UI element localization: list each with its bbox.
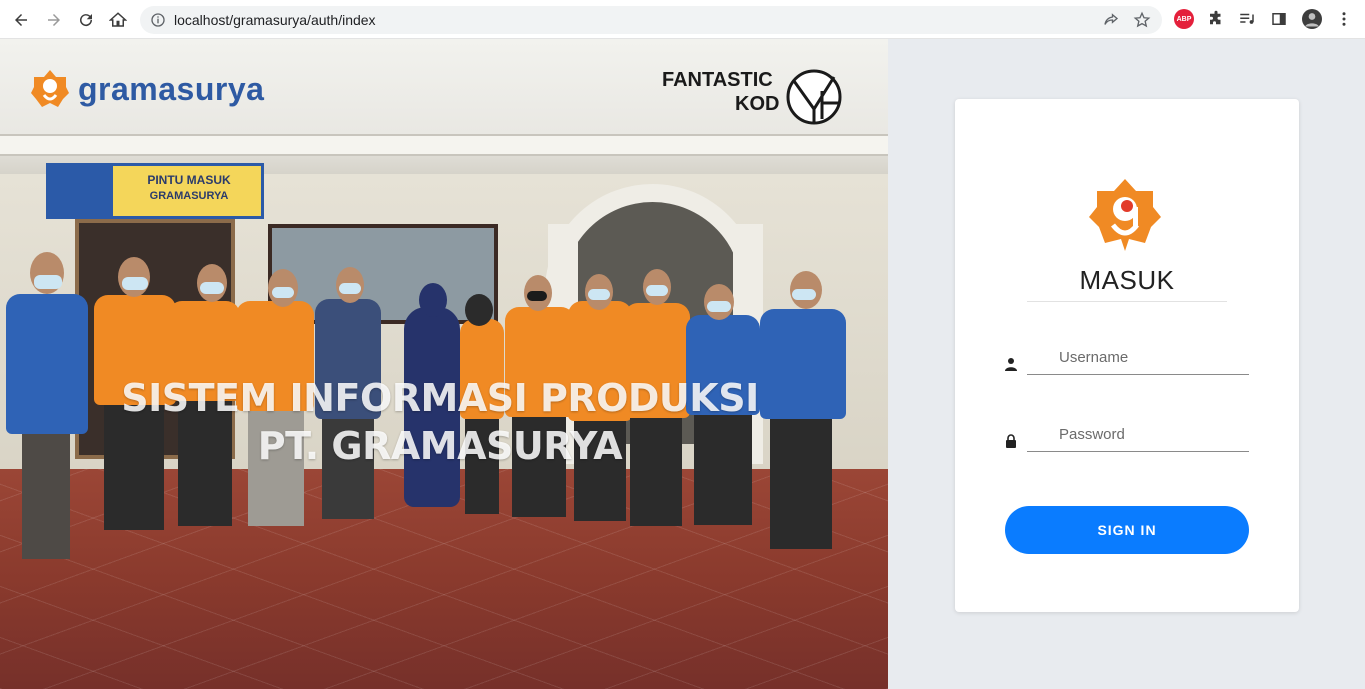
hero-title-line2: PT. GRAMASURYA <box>257 424 623 468</box>
reload-icon <box>80 14 93 27</box>
password-input[interactable] <box>1027 418 1249 452</box>
gramasurya-logo-icon <box>1089 179 1161 251</box>
fantastic-kod-line2: KOD <box>735 93 780 115</box>
hero-photo: PINTU MASUK GRAMASURYA gramasurya FANTAS… <box>0 39 888 689</box>
entrance-sign: PINTU MASUK GRAMASURYA <box>46 163 264 219</box>
back-button[interactable] <box>9 8 33 32</box>
gramasurya-mark-icon <box>31 70 69 107</box>
address-bar[interactable]: localhost/gramasurya/auth/index <box>140 6 1162 34</box>
forward-arrow-icon <box>48 14 60 26</box>
sign-in-button[interactable]: SIGN IN <box>1005 506 1249 554</box>
lock-icon <box>1006 434 1016 448</box>
menu-kebab-icon[interactable] <box>1334 9 1354 29</box>
extensions-puzzle-icon[interactable] <box>1206 9 1226 29</box>
login-card: MASUK SIGN IN <box>955 99 1299 612</box>
forward-button[interactable] <box>42 8 66 32</box>
side-panel-icon[interactable] <box>1269 9 1289 29</box>
fantastic-kod-mark-icon <box>786 69 842 125</box>
info-icon[interactable] <box>150 12 166 28</box>
home-icon <box>109 12 127 27</box>
sign-title: GRAMASURYA <box>149 190 229 202</box>
hero-title: SISTEM INFORMASI PRODUKSI PT. GRAMASURYA <box>0 374 880 470</box>
user-icon <box>1005 358 1017 371</box>
reading-list-icon[interactable] <box>1237 9 1257 29</box>
share-icon[interactable] <box>1102 11 1120 29</box>
fantastic-kod-line1: FANTASTIC <box>662 69 773 91</box>
profile-avatar[interactable] <box>1302 9 1322 29</box>
title-divider <box>1027 301 1227 302</box>
reload-button[interactable] <box>74 8 98 32</box>
back-arrow-icon <box>15 14 27 26</box>
sign-subtitle: PINTU MASUK <box>147 173 231 187</box>
username-input[interactable] <box>1027 341 1249 375</box>
adblock-extension-icon[interactable]: ABP <box>1174 9 1194 29</box>
login-title: MASUK <box>1079 265 1175 295</box>
browser-toolbar: localhost/gramasurya/auth/index ABP <box>0 0 1365 39</box>
ceiling-beam <box>0 134 888 156</box>
brand-name: gramasurya <box>78 70 265 107</box>
sign-logo-panel <box>49 166 113 216</box>
hero-title-line1: SISTEM INFORMASI PRODUKSI <box>121 376 759 420</box>
gramasurya-logo: gramasurya <box>30 69 264 109</box>
home-button[interactable] <box>106 8 130 32</box>
bookmark-star-icon[interactable] <box>1133 11 1151 29</box>
url-text[interactable]: localhost/gramasurya/auth/index <box>174 12 376 28</box>
